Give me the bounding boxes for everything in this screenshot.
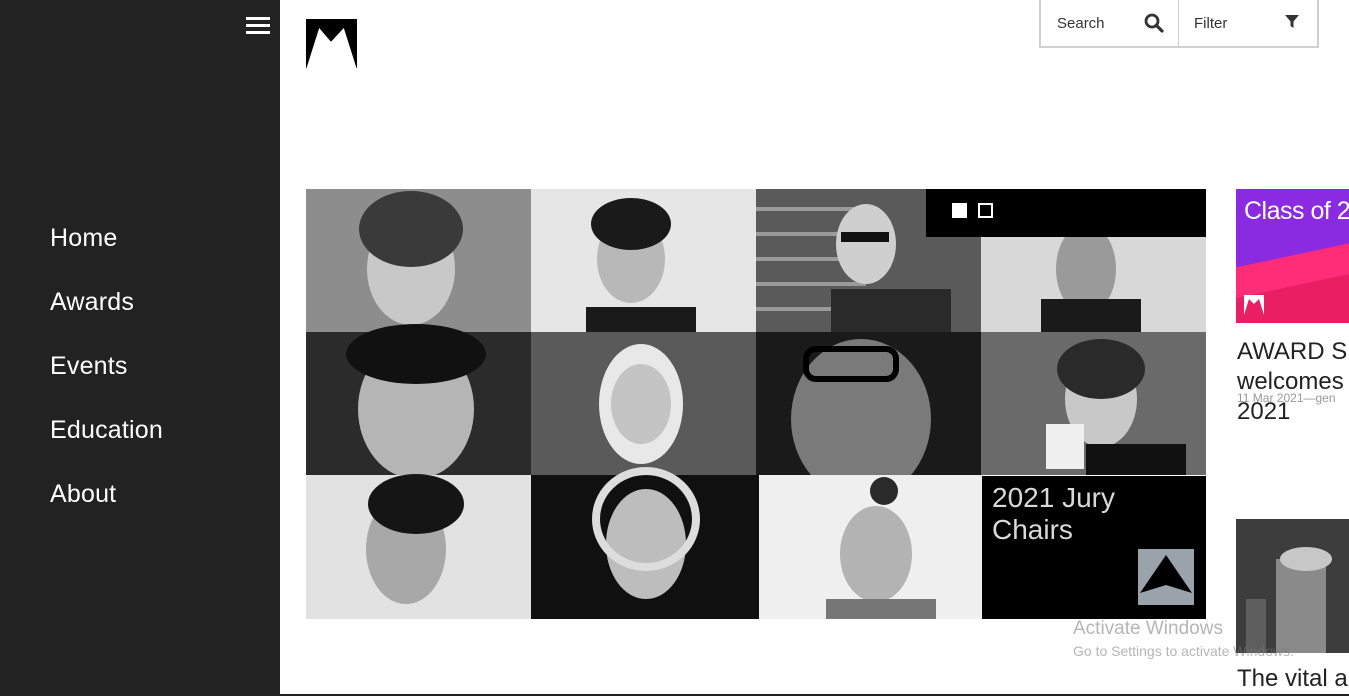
hamburger-menu-icon[interactable] [246,17,270,35]
nav-link-home[interactable]: Home [50,224,118,252]
award-mini-logo-icon [1244,295,1264,315]
nav-item-about: About [50,480,163,544]
nav-link-education[interactable]: Education [50,416,163,444]
search-box [1041,0,1179,46]
nav-item-events: Events [50,352,163,416]
nav-link-about[interactable]: About [50,480,116,508]
sidebar: Home Awards Events Education About [0,0,280,696]
news-card-1-meta: 11 Mar 2021—gen [1237,391,1336,405]
news-card-2-title[interactable]: The vital a [1237,665,1348,693]
hero-slider-controls [926,189,1206,237]
slide-dot-2[interactable] [978,203,993,218]
search-input[interactable] [1057,14,1145,32]
slide-dot-1[interactable] [952,203,967,218]
nav-link-awards[interactable]: Awards [50,288,134,316]
nav-item-education: Education [50,416,163,480]
jury-title-tile[interactable]: 2021 Jury Chairs [982,476,1206,619]
news-card-1-image[interactable]: Class of 2 [1236,189,1349,323]
nav-item-home: Home [50,224,163,288]
nav-item-awards: Awards [50,288,163,352]
nav-link-events[interactable]: Events [50,352,128,380]
hero-title: 2021 Jury Chairs [992,482,1115,545]
filter-button[interactable]: Filter [1179,0,1317,46]
news-card-1-image-text: Class of 2 [1244,197,1349,225]
search-filter-bar: Filter [1039,0,1319,48]
filter-icon [1285,15,1299,28]
search-icon[interactable] [1144,13,1164,33]
watermark-line-1: Activate Windows [1073,618,1223,639]
watermark-line-2: Go to Settings to activate Windows. [1073,643,1294,659]
award-logo-icon[interactable] [306,19,357,68]
main-nav: Home Awards Events Education About [50,224,163,544]
news-card-1-title[interactable]: AWARD S welcomes 2021 [1237,337,1349,427]
activate-windows-watermark: Activate Windows Go to Settings to activ… [1073,618,1294,659]
award-mark-icon [1138,549,1194,605]
filter-label: Filter [1194,14,1228,32]
